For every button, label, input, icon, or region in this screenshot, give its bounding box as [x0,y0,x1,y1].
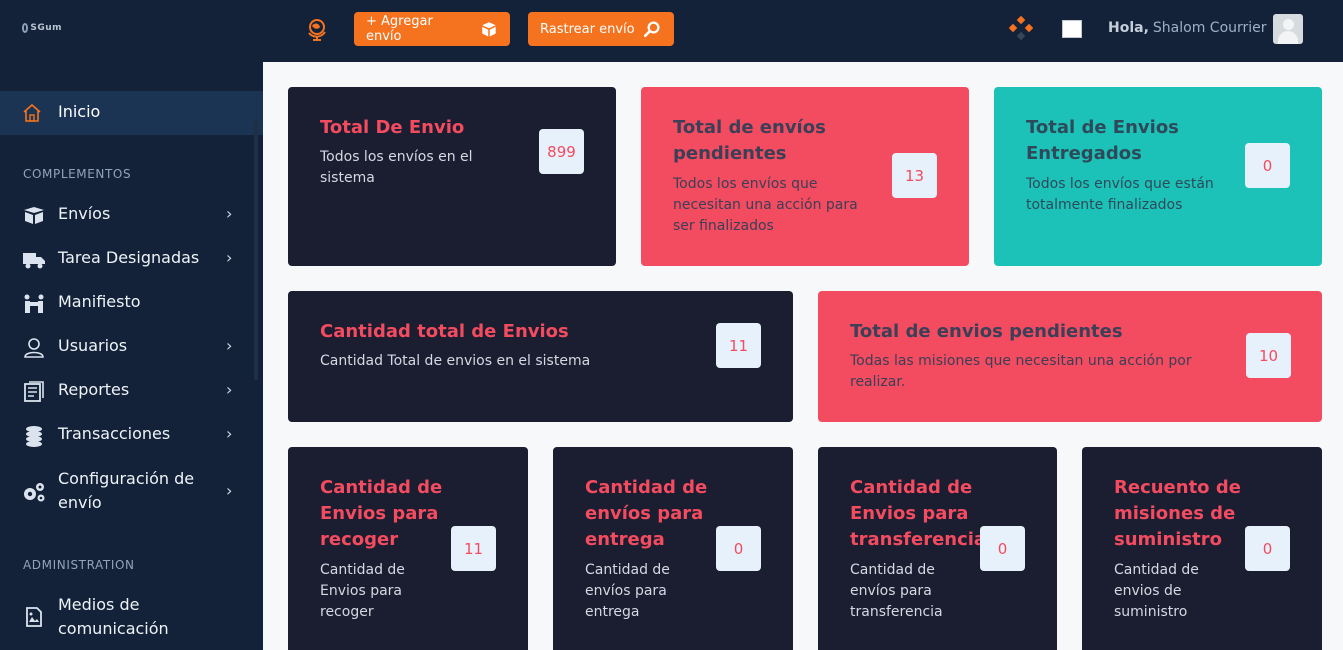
count-badge: 0 [1245,143,1290,188]
card-total-envios[interactable]: Total De Envio Todos los envíos en el si… [288,87,616,266]
sidebar-item-label: Configuración de envío [58,469,195,512]
sidebar-item-label: Tarea Designadas [58,248,200,267]
report-icon [24,381,44,402]
sidebar-item-label: Medios de comunicación [58,595,169,638]
sidebar-item-manifiesto[interactable]: Manifiesto [0,282,263,326]
user-icon [24,338,44,358]
count-badge: 0 [716,526,761,571]
globe-icon[interactable] [305,17,329,41]
card-description: Todos los envíos en el sistema [320,149,473,186]
card-title: Total de envios pendientes [850,321,1123,342]
add-shipment-button[interactable]: + Agregar envío [354,12,510,46]
sidebar-item-reportes[interactable]: Reportes › [0,370,263,414]
card-description: Cantidad de Envios para recoger [320,562,405,620]
count-badge: 11 [716,323,761,368]
card-description: Cantidad Total de envios en el sistema [320,353,591,369]
track-shipment-button[interactable]: Rastrear envío [528,12,674,46]
chevron-right-icon: › [226,248,233,267]
card-title: Cantidad total de Envios [320,321,569,342]
card-description: Cantidad de envíos para entrega [585,562,670,620]
package-icon [482,22,496,37]
card-envios-pendientes[interactable]: Total de envíos pendientes Todos los env… [641,87,969,266]
people-icon [24,294,44,313]
gears-icon [24,483,45,502]
chevron-right-icon: › [226,424,233,443]
sidebar-item-medios[interactable]: Medios de comunicación [0,593,263,641]
greeting-text: Hola, [1108,20,1149,36]
card-title: Cantidad de Envios para recoger [320,477,443,550]
count-badge: 13 [892,153,937,198]
sidebar-scrollbar[interactable] [254,120,258,380]
brand-logo[interactable]: SGum [22,18,62,38]
card-misiones-pendientes[interactable]: Total de envios pendientes Todas las mis… [818,291,1322,422]
count-badge: 0 [980,526,1025,571]
user-greeting[interactable]: Hola, Shalom Courrier [1108,20,1267,36]
sidebar-item-label: Reportes [58,380,130,399]
apps-grid-icon[interactable] [1009,16,1033,40]
add-shipment-label: + Agregar envío [366,14,433,44]
truck-icon [23,253,45,269]
card-title: Cantidad de Envios para transferencia [850,477,987,550]
language-flag-icon[interactable] [1062,20,1082,38]
sidebar-item-inicio[interactable]: Inicio [0,91,263,135]
search-icon [643,21,660,38]
logo-mark-icon [22,23,29,33]
section-complementos: COMPLEMENTOS [23,167,132,181]
chevron-right-icon: › [226,336,233,355]
box-icon [24,207,44,224]
user-name: Shalom Courrier [1152,20,1267,36]
card-title: Recuento de misiones de suministro [1114,477,1241,550]
sidebar: SGum Inicio COMPLEMENTOS Envíos › Tarea … [0,0,263,650]
sidebar-item-label: Transacciones [58,424,171,443]
sidebar-item-label: Envíos [58,204,111,223]
count-badge: 11 [451,526,496,571]
top-bar: + Agregar envío Rastrear envío Hola, Shal… [263,0,1343,62]
media-icon [26,607,42,627]
card-description: Todos los envíos que necesitan una acció… [673,176,858,234]
track-shipment-label: Rastrear envío [540,21,635,37]
home-icon [23,103,41,122]
chevron-right-icon: › [226,380,233,399]
sidebar-item-usuarios[interactable]: Usuarios › [0,326,263,370]
card-cantidad-total[interactable]: Cantidad total de Envios Cantidad Total … [288,291,793,422]
card-envios-entrega[interactable]: Cantidad de envíos para entrega Cantidad… [553,447,793,650]
logo-text: SGum [30,23,62,33]
chevron-right-icon: › [226,204,233,223]
count-badge: 0 [1245,526,1290,571]
coins-icon [26,426,42,447]
sidebar-item-envios[interactable]: Envíos › [0,194,263,238]
avatar-body [1278,31,1298,44]
sidebar-item-label: Usuarios [58,336,128,355]
chevron-right-icon: › [226,481,233,500]
avatar[interactable] [1273,14,1303,44]
avatar-head [1283,19,1294,30]
section-administration: ADMINISTRATION [23,558,135,572]
card-title: Cantidad de envíos para entrega [585,477,708,550]
card-envios-entregados[interactable]: Total de Envios Entregados Todos los env… [994,87,1322,266]
card-envios-recoger[interactable]: Cantidad de Envios para recoger Cantidad… [288,447,528,650]
card-description: Todos los envíos que están totalmente fi… [1026,176,1214,213]
count-badge: 899 [539,129,584,174]
sidebar-item-configuracion[interactable]: Configuración de envío › [0,467,263,515]
card-title: Total De Envio [320,117,465,138]
sidebar-item-transacciones[interactable]: Transacciones › [0,414,263,458]
card-description: Cantidad de envíos para transferencia [850,562,943,620]
card-envios-transferencia[interactable]: Cantidad de Envios para transferencia Ca… [818,447,1057,650]
sidebar-item-tareas[interactable]: Tarea Designadas › [0,238,263,282]
sidebar-item-label: Inicio [58,102,101,121]
card-title: Total de envíos pendientes [673,117,826,164]
card-description: Todas las misiones que necesitan una acc… [850,353,1192,390]
sidebar-item-label: Manifiesto [58,292,141,311]
count-badge: 10 [1246,333,1291,378]
card-title: Total de Envios Entregados [1026,117,1179,164]
card-description: Cantidad de envios de suministro [1114,562,1199,620]
card-misiones-suministro[interactable]: Recuento de misiones de suministro Canti… [1082,447,1322,650]
